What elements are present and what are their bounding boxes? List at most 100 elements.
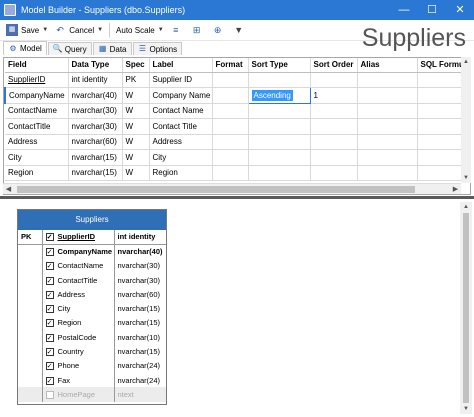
- field-checkbox[interactable]: ✓: [45, 376, 54, 385]
- save-button[interactable]: ▦ Save ▼: [3, 21, 51, 39]
- scroll-down-icon[interactable]: ▼: [461, 173, 471, 183]
- entity-field[interactable]: ✓ City: [42, 301, 115, 316]
- type-cell[interactable]: nvarchar(30): [68, 118, 123, 135]
- entity-title[interactable]: Suppliers: [18, 210, 166, 230]
- entity-field-row[interactable]: ✓ CompanyName nvarchar(40): [18, 244, 166, 259]
- entity-field[interactable]: ✓ PostalCode: [42, 330, 115, 345]
- entity-field-row[interactable]: ✓ ContactTitle nvarchar(30): [18, 272, 166, 288]
- field-cell[interactable]: Address: [5, 134, 69, 150]
- cancel-button[interactable]: ↶ Cancel ▼: [51, 21, 106, 39]
- entity-field[interactable]: ✓ SupplierID: [42, 230, 115, 245]
- sort-order-cell[interactable]: [310, 103, 358, 119]
- chevron-down-icon[interactable]: ▼: [42, 27, 48, 33]
- sort-type-cell[interactable]: [248, 72, 311, 88]
- field-checkbox[interactable]: [45, 390, 54, 399]
- column-header[interactable]: Spec: [122, 58, 150, 73]
- tab-options[interactable]: ☰ Options: [132, 42, 183, 55]
- tab-model[interactable]: ⚙ Model: [3, 41, 47, 55]
- add-table-button[interactable]: ⊞: [188, 21, 209, 39]
- entity-box-suppliers[interactable]: Suppliers PK ✓ SupplierID int identity ✓ C…: [17, 209, 167, 405]
- field-cell[interactable]: ContactName: [5, 103, 69, 119]
- alias-cell[interactable]: [357, 134, 418, 150]
- entity-field[interactable]: ✓ Country: [42, 344, 115, 359]
- field-cell[interactable]: City: [5, 149, 69, 166]
- entity-field[interactable]: HomePage: [42, 387, 115, 402]
- maximize-button[interactable]: ☐: [418, 0, 446, 20]
- entity-field-row[interactable]: ✓ City nvarchar(15): [18, 301, 166, 316]
- field-checkbox[interactable]: ✓: [45, 348, 54, 357]
- entity-field[interactable]: ✓ Address: [42, 287, 115, 302]
- format-cell[interactable]: [212, 165, 249, 181]
- format-cell[interactable]: [212, 87, 249, 104]
- field-checkbox[interactable]: ✓: [45, 233, 54, 242]
- sort-order-cell[interactable]: [310, 149, 358, 166]
- table-row[interactable]: CompanyName nvarchar(40) W Company Name …: [4, 87, 470, 104]
- spec-cell[interactable]: W: [122, 165, 150, 181]
- sort-type-cell[interactable]: [248, 165, 311, 181]
- alias-cell[interactable]: [357, 103, 418, 119]
- grid-horizontal-scrollbar[interactable]: ◀ ▶: [3, 183, 461, 194]
- alias-cell[interactable]: [357, 118, 418, 135]
- table-row[interactable]: Address nvarchar(60) W Address: [5, 134, 470, 150]
- join-button[interactable]: ⊕: [209, 21, 230, 39]
- entity-field[interactable]: ✓ Phone: [42, 358, 115, 373]
- sort-type-cell[interactable]: [248, 103, 311, 119]
- scrollbar-thumb[interactable]: [17, 186, 415, 193]
- field-checkbox[interactable]: ✓: [45, 248, 54, 257]
- field-cell[interactable]: SupplierID: [5, 72, 69, 88]
- column-header[interactable]: Sort Type: [248, 58, 311, 73]
- alias-cell[interactable]: [357, 165, 418, 181]
- label-cell[interactable]: City: [149, 149, 213, 166]
- entity-field-row[interactable]: ✓ Country nvarchar(15): [18, 344, 166, 359]
- sort-type-cell[interactable]: [248, 118, 311, 135]
- sort-order-cell[interactable]: [310, 118, 358, 135]
- entity-field-row[interactable]: ✓ ContactName nvarchar(30): [18, 258, 166, 273]
- format-cell[interactable]: [212, 72, 249, 88]
- sort-type-cell[interactable]: [248, 134, 311, 150]
- spec-cell[interactable]: W: [122, 87, 150, 104]
- entity-field-row[interactable]: ✓ PostalCode nvarchar(10): [18, 330, 166, 345]
- format-cell[interactable]: [212, 118, 249, 135]
- table-row[interactable]: ContactTitle nvarchar(30) W Contact Titl…: [5, 118, 470, 135]
- grid-vertical-scrollbar[interactable]: ▲ ▼: [461, 57, 471, 183]
- sort-order-cell[interactable]: [310, 72, 358, 88]
- label-cell[interactable]: Region: [149, 165, 213, 181]
- spec-cell[interactable]: W: [122, 149, 150, 166]
- sort-type-selected-value[interactable]: Ascending: [251, 89, 293, 101]
- label-cell[interactable]: Company Name: [149, 87, 213, 104]
- type-cell[interactable]: int identity: [68, 72, 123, 88]
- entity-pk-row[interactable]: PK ✓ SupplierID int identity: [18, 230, 166, 245]
- spec-cell[interactable]: W: [122, 118, 150, 135]
- sort-order-cell[interactable]: [310, 134, 358, 150]
- sort-order-cell[interactable]: [310, 165, 358, 181]
- type-cell[interactable]: nvarchar(60): [68, 134, 123, 150]
- scroll-up-icon[interactable]: ▲: [460, 202, 472, 212]
- canvas-vertical-scrollbar[interactable]: ▲ ▼: [460, 202, 472, 414]
- scroll-right-icon[interactable]: ▶: [450, 184, 461, 195]
- entity-field-row[interactable]: ✓ Phone nvarchar(24): [18, 358, 166, 373]
- minimize-button[interactable]: —: [390, 0, 418, 20]
- type-cell[interactable]: nvarchar(40): [68, 87, 123, 104]
- close-button[interactable]: ✕: [446, 0, 474, 20]
- format-cell[interactable]: [212, 134, 249, 150]
- column-header[interactable]: Alias: [357, 58, 418, 73]
- column-header[interactable]: Data Type: [68, 58, 123, 73]
- scroll-left-icon[interactable]: ◀: [3, 184, 14, 195]
- table-row[interactable]: Region nvarchar(15) W Region: [5, 165, 470, 181]
- type-cell[interactable]: nvarchar(30): [68, 103, 123, 119]
- spec-cell[interactable]: W: [122, 134, 150, 150]
- scrollbar-thumb[interactable]: [463, 213, 469, 403]
- format-cell[interactable]: [212, 149, 249, 166]
- entity-field[interactable]: ✓ CompanyName: [42, 244, 115, 259]
- entity-field[interactable]: ✓ ContactName: [42, 258, 115, 273]
- field-checkbox[interactable]: ✓: [45, 305, 54, 314]
- entity-field-row[interactable]: ✓ Fax nvarchar(24): [18, 372, 166, 388]
- auto-scale-dropdown[interactable]: Auto Scale ▼: [113, 21, 167, 39]
- chevron-down-icon[interactable]: ▼: [97, 27, 103, 33]
- entity-field[interactable]: ✓ ContactTitle: [42, 272, 115, 288]
- alias-cell[interactable]: [357, 149, 418, 166]
- field-checkbox[interactable]: ✓: [45, 319, 54, 328]
- column-header[interactable]: Field: [5, 58, 69, 73]
- alias-cell[interactable]: [357, 87, 418, 104]
- column-header[interactable]: Format: [212, 58, 249, 73]
